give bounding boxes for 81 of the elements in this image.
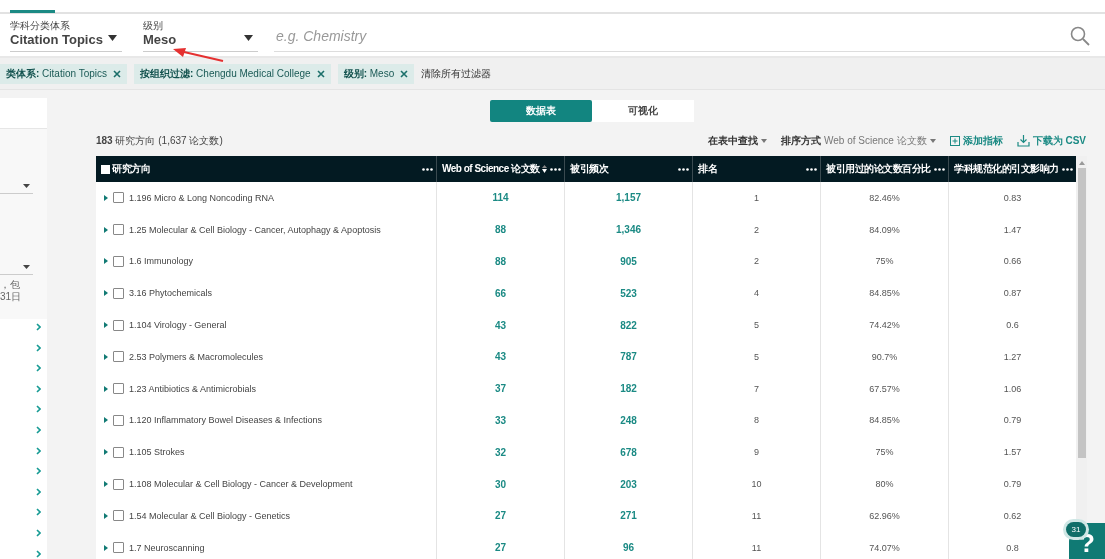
table-cell: 248 [564, 404, 692, 437]
topic-link[interactable]: 1.108 Molecular & Cell Biology - Cancer & Development [129, 479, 353, 490]
table-cell: 66 [436, 277, 564, 310]
table-cell: 62.96% [820, 499, 948, 532]
table-cell: 523 [564, 277, 692, 310]
table-cell: 88 [436, 213, 564, 246]
table-cell: 2 [692, 245, 820, 278]
table-cell: 84.85% [820, 277, 948, 310]
table-cell: 8 [692, 404, 820, 437]
table-cell: 84.85% [820, 404, 948, 437]
topic-link[interactable]: 1.6 Immunology [129, 256, 194, 267]
column-header[interactable]: 排名 [692, 156, 820, 182]
table-cell: 11 [692, 531, 820, 559]
clear-filters-link[interactable]: 清除所有过滤器 [421, 66, 492, 81]
table-cell: 905 [564, 245, 692, 278]
add-metric-button[interactable]: 添加指标 [949, 134, 1003, 148]
table-cell: 5 [692, 341, 820, 373]
table-cell: 43 [436, 341, 564, 373]
table-cell: 5 [692, 309, 820, 341]
topic-link[interactable]: 1.105 Strokes [129, 447, 185, 458]
view-tab[interactable]: 数据表 [490, 100, 592, 122]
result-count: 183 研究方向 (1,637 论文数) [96, 134, 223, 148]
table-cell: 67.57% [820, 372, 948, 405]
table-cell: 678 [564, 436, 692, 469]
filter-chip[interactable]: 类体系: Citation Topics [0, 63, 127, 84]
search-input[interactable]: e.g. Chemistry [274, 26, 1070, 45]
table-cell: 2 [692, 213, 820, 246]
table-cell: 203 [564, 468, 692, 500]
table-cell: 4 [692, 277, 820, 310]
table-cell: 75% [820, 436, 948, 469]
topic-link[interactable]: 3.16 Phytochemicals [129, 288, 213, 299]
column-header[interactable]: 被引频次 [564, 156, 692, 182]
table-cell: 787 [564, 341, 692, 373]
table-cell: 822 [564, 309, 692, 341]
table-cell: 30 [436, 468, 564, 500]
table-cell: 43 [436, 309, 564, 341]
table-cell: 9 [692, 436, 820, 469]
table-cell: 74.07% [820, 531, 948, 559]
table-cell: 182 [564, 372, 692, 405]
table-cell: 27 [436, 531, 564, 559]
notification-badge: 31 [1066, 522, 1086, 537]
table-cell: 90.7% [820, 341, 948, 373]
table-cell: 11 [692, 499, 820, 532]
view-tab[interactable]: 可视化 [592, 100, 694, 122]
filter-chip[interactable]: 按组织过滤: Chengdu Medical College [134, 63, 331, 84]
dropdown[interactable]: 学科分类体系 Citation Topics [10, 20, 122, 52]
table-cell: 33 [436, 404, 564, 437]
table-cell: 82.46% [820, 182, 948, 214]
table-cell: 32 [436, 436, 564, 469]
column-header[interactable]: Web of Science 论文数 [436, 156, 564, 182]
topic-link[interactable]: 1.54 Molecular & Cell Biology - Genetics [129, 510, 291, 521]
topic-link[interactable]: 1.7 Neuroscanning [129, 542, 205, 553]
find-in-table-button[interactable]: 在表中查找 [708, 134, 767, 148]
topic-link[interactable]: 1.104 Virology - General [129, 320, 227, 331]
table-cell: 80% [820, 468, 948, 500]
filter-chip[interactable]: 级别: Meso [337, 63, 415, 84]
sort-button[interactable]: 排序方式 Web of Science 论文数 [781, 134, 936, 148]
topic-link[interactable]: 1.120 Inflammatory Bowel Diseases & Infections [129, 415, 323, 426]
topic-link[interactable]: 2.53 Polymers & Macromolecules [129, 351, 264, 362]
table-cell: 37 [436, 372, 564, 405]
table-cell: 7 [692, 372, 820, 405]
topic-link[interactable]: 1.25 Molecular & Cell Biology - Cancer, Autophagy & Apoptosis [129, 224, 381, 235]
topic-link[interactable]: 1.196 Micro & Long Noncoding RNA [129, 192, 275, 203]
column-header[interactable]: 研究方向 [96, 156, 436, 182]
topic-link[interactable]: 1.23 Antibiotics & Antimicrobials [129, 383, 257, 394]
table-cell: 27 [436, 499, 564, 532]
table-cell: 10 [692, 468, 820, 500]
download-button[interactable]: 下载为 CSV [1016, 134, 1086, 148]
note-text: 31日 [0, 291, 22, 303]
table-cell: 1,157 [564, 182, 692, 214]
table-cell: 84.09% [820, 213, 948, 246]
table-cell: 271 [564, 499, 692, 532]
table-cell: 114 [436, 182, 564, 214]
table-cell: 74.42% [820, 309, 948, 341]
table-cell: 96 [564, 531, 692, 559]
table-cell: 1,346 [564, 213, 692, 246]
table-cell: 88 [436, 245, 564, 278]
table-cell: 75% [820, 245, 948, 278]
note-text: ，包 [0, 279, 20, 291]
column-header[interactable]: 被引用过的论文数百分比 [820, 156, 948, 182]
table-cell: 1 [692, 182, 820, 214]
